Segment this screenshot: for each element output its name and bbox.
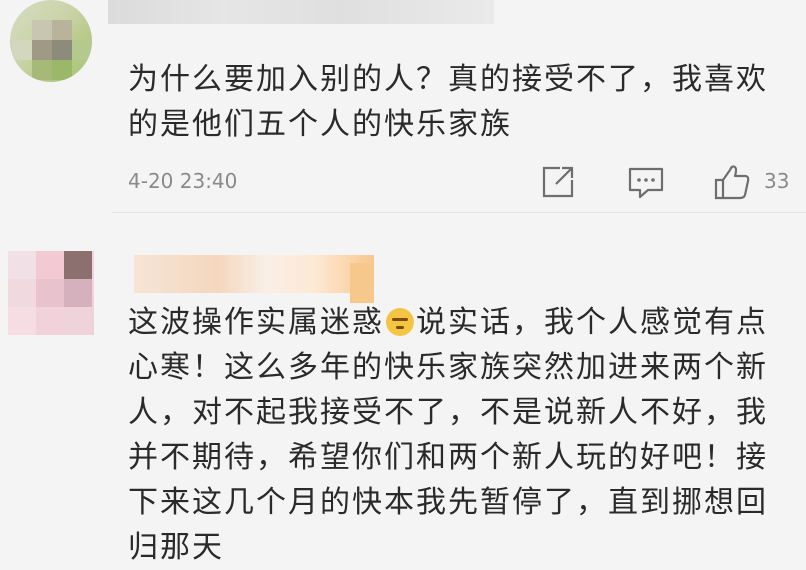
avatar[interactable] [10,0,92,82]
comment-text-part: 说实话，我个人感觉有点心寒！这么多年的快乐家族突然加进来两个新人，对不起我接受不… [128,305,768,565]
speechless-face-icon [386,308,414,336]
username-blurred[interactable] [134,255,374,293]
like-count: 33 [764,169,790,193]
share-icon [542,166,574,198]
thumbs-up-icon [714,165,750,200]
comment-item: 为什么要加入别的人？真的接受不了，我喜欢的是他们五个人的快乐家族 4-20 23… [0,0,806,213]
avatar[interactable] [8,251,94,335]
comment-timestamp: 4-20 23:40 [128,169,238,193]
comment-text: 这波操作实属迷惑 说实话，我个人感觉有点心寒！这么多年的快乐家族突然加进来两个新人… [128,300,790,570]
username-blurred[interactable] [108,0,494,24]
reply-button[interactable] [626,162,666,202]
comment-item: 这波操作实属迷惑 说实话，我个人感觉有点心寒！这么多年的快乐家族突然加进来两个新人… [0,213,806,565]
comment-text: 为什么要加入别的人？真的接受不了，我喜欢的是他们五个人的快乐家族 [128,62,768,142]
like-button[interactable] [712,162,752,202]
comment-text-part: 这波操作实属迷惑 [128,305,384,340]
share-button[interactable] [538,162,578,202]
comment-icon [628,167,664,199]
username-badge-blurred [350,263,374,303]
